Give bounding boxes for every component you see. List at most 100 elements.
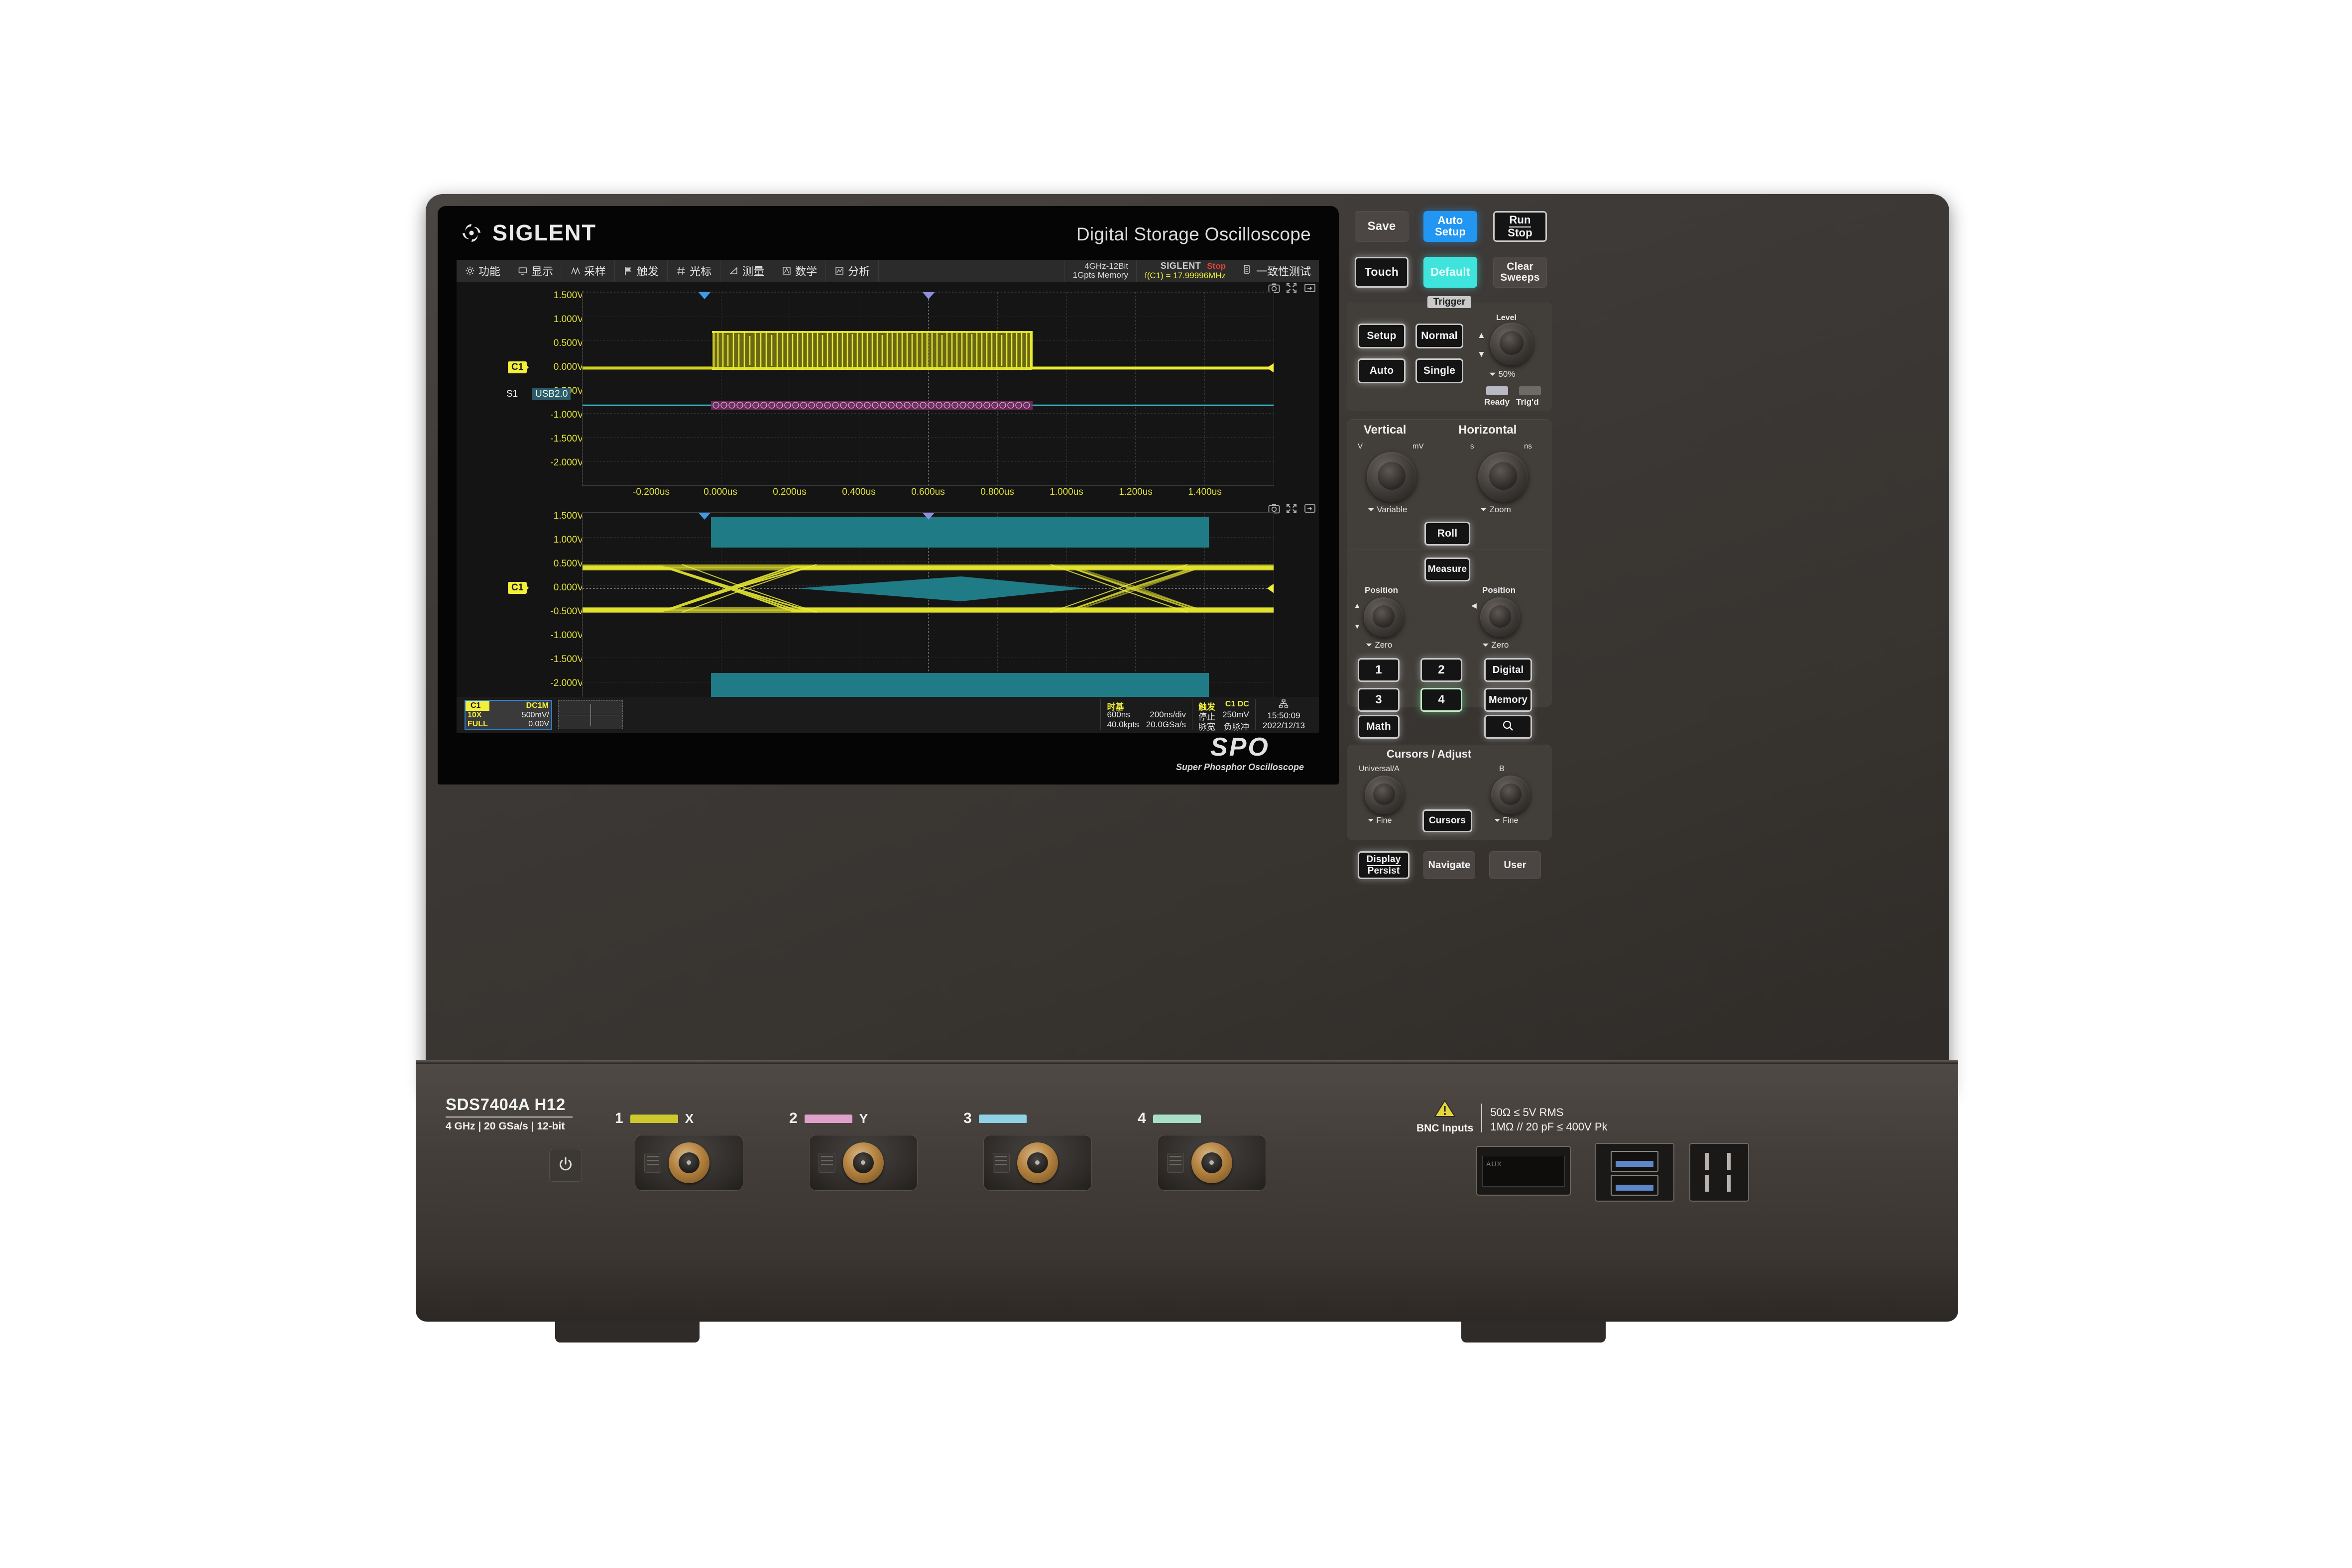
menu-item-cursor[interactable]: 光标 xyxy=(668,260,721,282)
menu-item-acquire[interactable]: 采样 xyxy=(562,260,615,282)
menu-item-label: 光标 xyxy=(690,265,712,278)
bnc-input-1[interactable] xyxy=(635,1135,743,1191)
channel-level-marker[interactable] xyxy=(1267,583,1274,593)
channel-4-button[interactable]: 4 xyxy=(1420,688,1462,712)
trigger-setup-button[interactable]: Setup xyxy=(1358,324,1406,348)
universal-a-knob[interactable] xyxy=(1365,776,1404,814)
export-icon[interactable] xyxy=(1304,503,1316,514)
horizontal-scale-knob[interactable] xyxy=(1478,452,1528,502)
memory-button[interactable]: Memory xyxy=(1484,688,1532,712)
level-up-arrow-icon: ▲ xyxy=(1477,331,1486,340)
channel-color-swatch xyxy=(978,1114,1027,1123)
channel-1-offset-marker[interactable]: C1 xyxy=(508,361,527,373)
channel-3-button[interactable]: 3 xyxy=(1358,688,1400,712)
clear-sweeps-button[interactable]: Clear Sweeps xyxy=(1493,257,1547,288)
screen-bezel: SIGLENT Digital Storage Oscilloscope 功能 xyxy=(438,206,1339,784)
channel-1-bandwidth: FULL xyxy=(468,720,488,728)
y-tick: -2.000V xyxy=(550,678,584,688)
trigger-card[interactable]: 触发 C1 DC 停止 250mV 脉宽 负脉冲 xyxy=(1192,699,1255,732)
siglent-mark-icon xyxy=(459,220,484,246)
status-brand: SIGLENT xyxy=(1160,261,1201,271)
upper-plot[interactable] xyxy=(582,292,1274,486)
trigger-single-button[interactable]: Single xyxy=(1415,358,1463,383)
channel-1-offset-marker[interactable]: C1 xyxy=(508,582,527,594)
lcd-display[interactable]: 功能 显示 采样 触发 光标 测量 数学 分析 4GHz-12Bit 1Gpts… xyxy=(457,260,1319,733)
digital-bus-marker[interactable]: S1 xyxy=(506,389,518,400)
menu-item-display[interactable]: 显示 xyxy=(509,260,563,282)
run-stop-button[interactable]: Run Stop xyxy=(1493,211,1547,242)
trigger-out-ports[interactable] xyxy=(1689,1143,1749,1202)
pane-icons-lower[interactable] xyxy=(1268,503,1316,514)
acquisition-status[interactable]: SIGLENT Stop f(C1) = 17.99996MHz xyxy=(1136,260,1234,282)
export-icon[interactable] xyxy=(1304,283,1316,293)
vertical-position-knob[interactable] xyxy=(1364,597,1404,637)
timebase-card[interactable]: 时基 600ns 200ns/div 40.0kpts 20.0GSa/s xyxy=(1100,699,1192,730)
measure-button[interactable]: Measure xyxy=(1424,558,1470,581)
menu-item-math[interactable]: 数学 xyxy=(773,260,826,282)
delay-position-marker[interactable] xyxy=(922,292,935,299)
warning-icon xyxy=(1434,1099,1456,1120)
y-tick: -0.500V xyxy=(550,606,584,617)
channel-2-button[interactable]: 2 xyxy=(1420,658,1462,682)
trigger-position-marker[interactable] xyxy=(698,292,711,299)
bnc-input-4[interactable] xyxy=(1158,1135,1266,1191)
usb-port-upper[interactable] xyxy=(1611,1151,1658,1172)
channel-1-settings-card[interactable]: C1 DC1M 10X 500mV/ FULL 0.00V xyxy=(465,700,552,730)
usb-port-block[interactable] xyxy=(1595,1143,1674,1202)
menu-item-measure[interactable]: 测量 xyxy=(720,260,774,282)
waveform-overview-map[interactable] xyxy=(558,700,623,729)
pane-icons-upper[interactable] xyxy=(1268,283,1316,293)
menu-item-trigger[interactable]: 触发 xyxy=(615,260,668,282)
bnc-input-2[interactable] xyxy=(809,1135,918,1191)
menu-item-label: 触发 xyxy=(637,265,659,278)
push-icon: ⏷ xyxy=(1366,640,1373,650)
hardware-status: 4GHz-12Bit 1Gpts Memory xyxy=(1064,260,1136,282)
user-button[interactable]: User xyxy=(1489,851,1541,879)
menu-item-analysis[interactable]: 分析 xyxy=(826,260,879,282)
digital-button[interactable]: Digital xyxy=(1484,658,1532,682)
scope-title: Digital Storage Oscilloscope xyxy=(1076,224,1311,244)
trigger-normal-button[interactable]: Normal xyxy=(1415,324,1463,348)
vertical-variable-push-label: ⏷ Variable xyxy=(1368,505,1408,514)
vertical-scale-knob[interactable] xyxy=(1367,452,1416,502)
stand-foot-right xyxy=(1461,1321,1606,1343)
trigger-auto-button[interactable]: Auto xyxy=(1358,358,1406,383)
x-tick: 0.800us xyxy=(980,487,1014,497)
default-button[interactable]: Default xyxy=(1423,257,1477,288)
aux-output-port[interactable]: AUX xyxy=(1476,1146,1571,1196)
menu-item-function[interactable]: 功能 xyxy=(457,260,510,282)
touch-button[interactable]: Touch xyxy=(1355,257,1409,288)
x-tick: 0.600us xyxy=(911,487,945,497)
fullscreen-icon[interactable] xyxy=(1286,283,1298,293)
trigger-level-knob[interactable] xyxy=(1490,323,1533,365)
save-button[interactable]: Save xyxy=(1355,211,1409,242)
horizontal-position-knob[interactable] xyxy=(1480,597,1520,637)
channel-1-button[interactable]: 1 xyxy=(1358,658,1400,682)
cursors-group-title: Cursors / Adjust xyxy=(1387,748,1472,760)
auto-setup-button[interactable]: Auto Setup xyxy=(1423,211,1477,242)
frequency-measurement: f(C1) = 17.99996MHz xyxy=(1144,270,1226,280)
bus-decode-label[interactable]: USB2.0 xyxy=(532,388,571,400)
search-button[interactable] xyxy=(1484,715,1532,739)
universal-a-label: Universal/A xyxy=(1359,765,1400,773)
fullscreen-icon[interactable] xyxy=(1286,503,1298,514)
bnc-connector-ring xyxy=(669,1142,709,1183)
knob-b[interactable] xyxy=(1491,776,1530,814)
display-persist-button[interactable]: Display Persist xyxy=(1358,851,1410,879)
upper-waveform-pane[interactable]: 1.500V 1.000V 0.500V 0.000V -0.500V -1.0… xyxy=(457,282,1319,499)
trigger-position-marker[interactable] xyxy=(698,513,711,520)
cursors-button[interactable]: Cursors xyxy=(1422,809,1472,832)
lower-plot[interactable] xyxy=(582,512,1274,706)
navigate-button[interactable]: Navigate xyxy=(1423,851,1475,879)
hardware-bandwidth: 4GHz-12Bit xyxy=(1084,261,1128,271)
lower-eye-diagram-pane[interactable]: 1.500V 1.000V 0.500V 0.000V -0.500V -1.0… xyxy=(457,502,1319,720)
bnc-input-3[interactable] xyxy=(983,1135,1092,1191)
channel-level-marker[interactable] xyxy=(1267,363,1274,373)
delay-position-marker[interactable] xyxy=(922,513,935,520)
roll-button[interactable]: Roll xyxy=(1424,522,1470,546)
compliance-test-button[interactable]: 一致性测试 xyxy=(1233,260,1319,282)
power-button[interactable] xyxy=(549,1149,582,1182)
y-tick: -1.000V xyxy=(550,410,584,420)
usb-port-lower[interactable] xyxy=(1611,1175,1658,1196)
math-button[interactable]: Math xyxy=(1358,715,1400,739)
